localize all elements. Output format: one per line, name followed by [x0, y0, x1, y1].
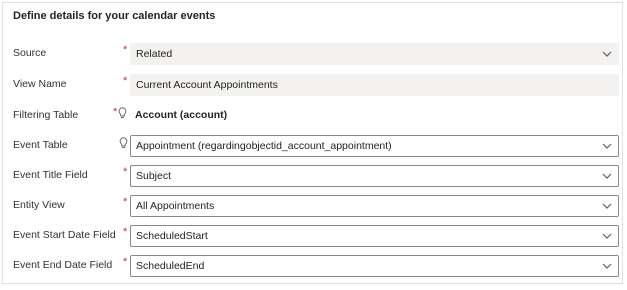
filtering-table-field: Account (account)	[130, 105, 619, 127]
source-value: Related	[136, 48, 173, 60]
filtering-table-value: Account (account)	[135, 109, 228, 121]
required-marker: *	[113, 106, 118, 118]
source-row: Source * Related	[3, 43, 622, 67]
chevron-down-icon[interactable]	[602, 202, 612, 210]
chevron-down-icon[interactable]	[602, 172, 612, 180]
event-table-select[interactable]: Appointment (regardingobjectid_account_a…	[130, 135, 619, 157]
chevron-down-icon[interactable]	[602, 142, 612, 150]
lightbulb-icon	[119, 137, 128, 149]
view-name-value: Current Account Appointments	[136, 79, 278, 91]
event-end-date-select[interactable]: ScheduledEnd	[130, 255, 619, 277]
view-name-row: View Name * Current Account Appointments	[3, 74, 622, 98]
required-marker: *	[123, 196, 128, 208]
source-field[interactable]: Related	[130, 43, 619, 65]
chevron-down-icon[interactable]	[602, 262, 612, 270]
entity-view-label: Entity View	[13, 199, 65, 211]
event-end-date-row: Event End Date Field * ScheduledEnd	[3, 255, 622, 279]
source-label: Source	[13, 47, 47, 59]
event-table-label: Event Table	[13, 139, 68, 151]
required-marker: *	[123, 256, 128, 268]
event-start-date-row: Event Start Date Field * ScheduledStart	[3, 225, 622, 249]
event-title-field-value: Subject	[136, 170, 172, 182]
entity-view-select[interactable]: All Appointments	[130, 195, 619, 217]
required-marker: *	[123, 226, 128, 238]
view-name-field[interactable]: Current Account Appointments	[130, 74, 619, 96]
section-title: Define details for your calendar events	[13, 10, 216, 22]
entity-view-row: Entity View * All Appointments	[3, 195, 622, 219]
event-table-value: Appointment (regardingobjectid_account_a…	[136, 140, 392, 152]
filtering-table-row: Filtering Table * Account (account)	[3, 105, 622, 129]
required-marker: *	[123, 75, 128, 87]
event-end-date-value: ScheduledEnd	[136, 260, 205, 272]
view-name-label: View Name	[13, 78, 67, 90]
event-start-date-value: ScheduledStart	[136, 230, 208, 242]
required-marker: *	[123, 166, 128, 178]
lightbulb-icon	[118, 107, 127, 119]
event-title-field-row: Event Title Field * Subject	[3, 165, 622, 189]
chevron-down-icon[interactable]	[602, 232, 612, 240]
entity-view-value: All Appointments	[136, 200, 215, 212]
event-start-date-select[interactable]: ScheduledStart	[130, 225, 619, 247]
event-table-row: Event Table Appointment (regardingobject…	[3, 135, 622, 159]
chevron-down-icon	[602, 51, 612, 57]
filtering-table-label: Filtering Table	[13, 109, 79, 121]
calendar-events-panel: Define details for your calendar events …	[2, 2, 623, 284]
event-title-field-select[interactable]: Subject	[130, 165, 619, 187]
event-start-date-label: Event Start Date Field	[13, 229, 116, 241]
event-title-field-label: Event Title Field	[13, 169, 88, 181]
required-marker: *	[123, 44, 128, 56]
event-end-date-label: Event End Date Field	[13, 259, 113, 271]
